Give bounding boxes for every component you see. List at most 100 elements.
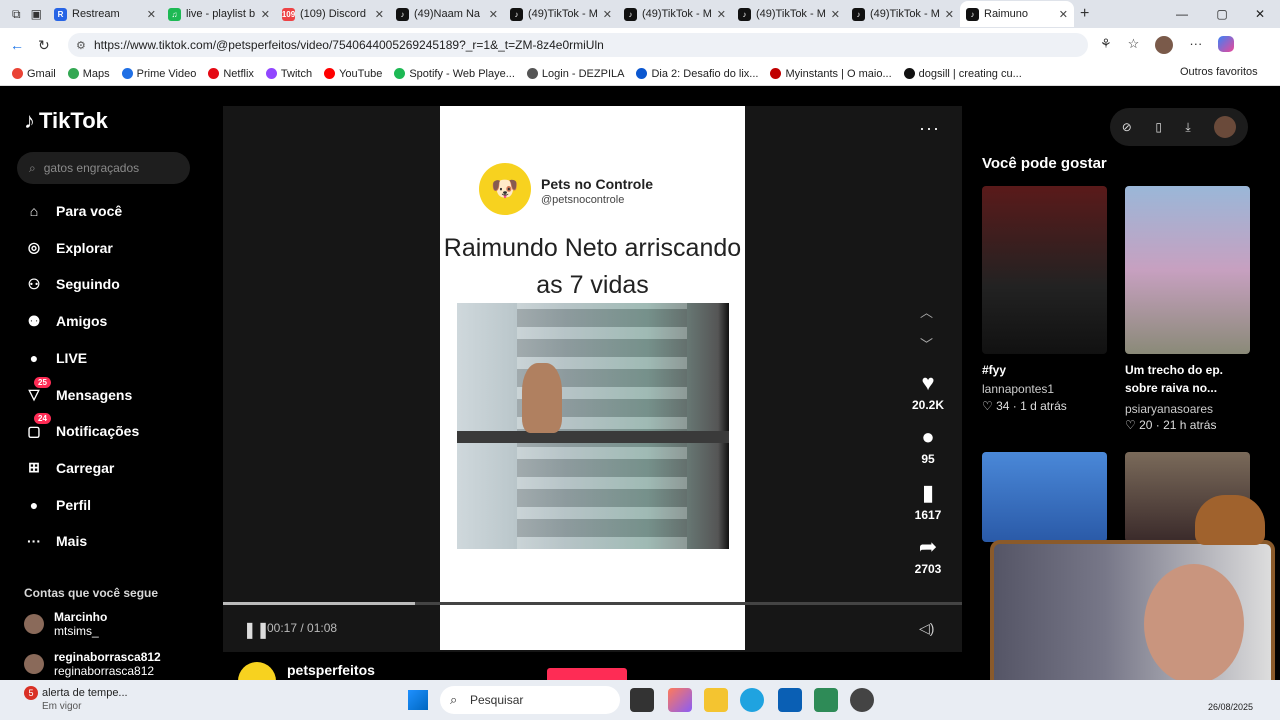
recommendation-caption-1[interactable]: #fyy xyxy=(982,361,1107,379)
share-button[interactable]: ➦ 2703 xyxy=(905,534,951,578)
tab-0[interactable]: R Restream ✕ xyxy=(48,1,162,27)
tab-4[interactable]: ♪ (49)TikTok - M ✕ xyxy=(504,1,618,27)
profile-avatar[interactable] xyxy=(1155,36,1174,54)
sidebar-item-7[interactable]: ⊞ Carregar xyxy=(24,458,114,478)
bookmark-3[interactable]: Netflix xyxy=(208,68,254,80)
compass-icon[interactable]: ⊘ xyxy=(1122,120,1132,134)
volume-icon[interactable]: ◁) xyxy=(919,620,934,637)
tab-close-icon[interactable]: ✕ xyxy=(717,8,726,21)
workspaces-icon[interactable]: ⧉ xyxy=(12,7,21,22)
sidebar-item-8[interactable]: ● Perfil xyxy=(24,495,91,515)
tab-6[interactable]: ♪ (49)TikTok - M ✕ xyxy=(732,1,846,27)
close-window-icon[interactable]: ✕ xyxy=(1240,0,1280,28)
notification-title[interactable]: alerta de tempe... xyxy=(42,687,128,699)
video-progress-bar[interactable] xyxy=(223,602,962,605)
tab-8[interactable]: ♪ Raimuno ✕ xyxy=(960,1,1074,27)
obs-icon[interactable] xyxy=(850,688,874,712)
recommendation-author-2[interactable]: psiaryanasoares xyxy=(1125,402,1213,416)
follow-button[interactable] xyxy=(547,668,627,680)
bookmark-2[interactable]: Prime Video xyxy=(121,68,196,80)
sidebar-item-0[interactable]: ⌂ Para você xyxy=(24,201,122,221)
tab-close-icon[interactable]: ✕ xyxy=(375,8,384,21)
bookmark-0[interactable]: Gmail xyxy=(12,68,56,80)
favorites-icon[interactable]: ☆ xyxy=(1128,36,1140,54)
tab-3[interactable]: ♪ (49)Naam Na ✕ xyxy=(390,1,504,27)
maximize-icon[interactable]: ▢ xyxy=(1202,0,1242,28)
file-explorer-icon[interactable] xyxy=(704,688,728,712)
tab-close-icon[interactable]: ✕ xyxy=(147,8,156,21)
bookmark-1[interactable]: Maps xyxy=(67,68,110,80)
tab-close-icon[interactable]: ✕ xyxy=(831,8,840,21)
sidebar-item-2[interactable]: ⚇ Seguindo xyxy=(24,274,120,294)
previous-video-icon[interactable]: ︿ xyxy=(920,302,933,321)
nav-icon: ▢ 24 xyxy=(24,413,51,441)
recommendation-thumb-3[interactable] xyxy=(982,452,1107,542)
store-icon[interactable] xyxy=(778,688,802,712)
bookmark-8[interactable]: Dia 2: Desafio do lix... xyxy=(636,68,758,80)
tab-close-icon[interactable]: ✕ xyxy=(261,8,270,21)
tab-actions[interactable]: ⧉ ▣ xyxy=(0,7,48,22)
sidebar-item-3[interactable]: ⚉ Amigos xyxy=(24,311,108,331)
extensions-icon[interactable]: ⚘ xyxy=(1100,36,1112,54)
taskbar-search[interactable]: ⌕ Pesquisar xyxy=(440,686,620,714)
tab-7[interactable]: ♪ (49)TikTok - M ✕ xyxy=(846,1,960,27)
bookmark-label: Twitch xyxy=(280,67,313,80)
menu-icon[interactable]: ··· xyxy=(1189,36,1202,54)
user-avatar[interactable] xyxy=(1214,116,1237,138)
next-video-icon[interactable]: ﹀ xyxy=(920,334,933,353)
more-options-icon[interactable]: ··· xyxy=(919,118,940,139)
bookmark-6[interactable]: Spotify - Web Playe... xyxy=(394,68,515,80)
recommendation-thumb-2[interactable] xyxy=(1125,186,1250,354)
minimize-icon[interactable]: — xyxy=(1162,0,1202,28)
bookmark-9[interactable]: Myinstants | O maio... xyxy=(770,68,892,80)
pause-icon[interactable]: ❚❚ xyxy=(243,620,270,640)
like-button[interactable]: ♥ 20.2K xyxy=(905,370,951,414)
recommendation-author-1[interactable]: lannapontes1 xyxy=(982,382,1054,396)
edge-icon[interactable] xyxy=(740,688,764,712)
tab-5[interactable]: ♪ (49)TikTok - M ✕ xyxy=(618,1,732,27)
account-handle: reginaborrasca812 xyxy=(54,664,155,678)
bottom-username[interactable]: petsperfeitos xyxy=(287,662,375,678)
following-account-1[interactable]: reginaborrasca812 reginaborrasca812 xyxy=(24,650,161,678)
download-icon[interactable]: ⤓ xyxy=(1185,120,1190,135)
tab-close-icon[interactable]: ✕ xyxy=(1059,8,1068,21)
bookmark-5[interactable]: YouTube xyxy=(324,68,382,80)
tab-close-icon[interactable]: ✕ xyxy=(603,8,612,21)
save-button[interactable]: ▮ 1617 xyxy=(905,480,951,524)
tab-favicon: ♪ xyxy=(396,7,409,21)
bookmark-10[interactable]: dogsill | creating cu... xyxy=(903,68,1022,80)
site-info-icon[interactable]: ⚙ xyxy=(76,39,86,52)
search-input[interactable]: ⌕ gatos engraçados xyxy=(17,152,190,184)
tab-close-icon[interactable]: ✕ xyxy=(489,8,498,21)
tiktok-logo[interactable]: ♪ TikTok xyxy=(24,108,108,134)
sidebar-item-5[interactable]: ▽ 25 Mensagens xyxy=(24,376,132,405)
tab-1[interactable]: ♫ live - playlist b ✕ xyxy=(162,1,276,27)
device-icon[interactable]: ▯ xyxy=(1155,120,1162,134)
weather-alert-icon[interactable]: 5 xyxy=(24,686,38,700)
recommendation-thumb-1[interactable] xyxy=(982,186,1107,354)
right-toolbar: ⊘ ▯ ⤓ xyxy=(1110,108,1248,146)
following-account-0[interactable]: Marcinho mtsims_ xyxy=(24,610,107,638)
tab-2[interactable]: 109 (109) Discord ✕ xyxy=(276,1,390,27)
recommendation-caption-2[interactable]: Um trecho do ep. sobre raiva no... xyxy=(1125,361,1250,397)
windows-start-icon[interactable] xyxy=(408,690,428,710)
bookmark-4[interactable]: Twitch xyxy=(265,67,313,80)
copilot-icon[interactable] xyxy=(1218,36,1235,52)
reload-icon[interactable]: ↻ xyxy=(38,37,50,54)
sidebar-item-6[interactable]: ▢ 24 Notificações xyxy=(24,413,139,441)
sidebar-item-4[interactable]: ● LIVE xyxy=(24,348,87,368)
tab-sidebar-icon[interactable]: ▣ xyxy=(31,7,42,22)
sidebar-item-1[interactable]: ◎ Explorar xyxy=(24,238,113,258)
app-icon[interactable] xyxy=(814,688,838,712)
other-favorites[interactable]: Outros favoritos xyxy=(1180,66,1258,78)
bookmark-7[interactable]: Login - DEZPILA xyxy=(526,68,624,80)
url-field[interactable]: ⚙ https://www.tiktok.com/@petsperfeitos/… xyxy=(68,33,1088,57)
comment-button[interactable]: ● 95 xyxy=(905,424,951,468)
tab-close-icon[interactable]: ✕ xyxy=(945,8,954,21)
tab-favicon: ♪ xyxy=(624,7,637,21)
back-icon[interactable]: ← xyxy=(10,37,24,53)
sidebar-item-9[interactable]: ··· Mais xyxy=(24,531,87,551)
copilot-taskbar-icon[interactable] xyxy=(668,688,692,712)
new-tab-icon[interactable]: + xyxy=(1080,5,1089,23)
task-view-icon[interactable] xyxy=(630,688,654,712)
